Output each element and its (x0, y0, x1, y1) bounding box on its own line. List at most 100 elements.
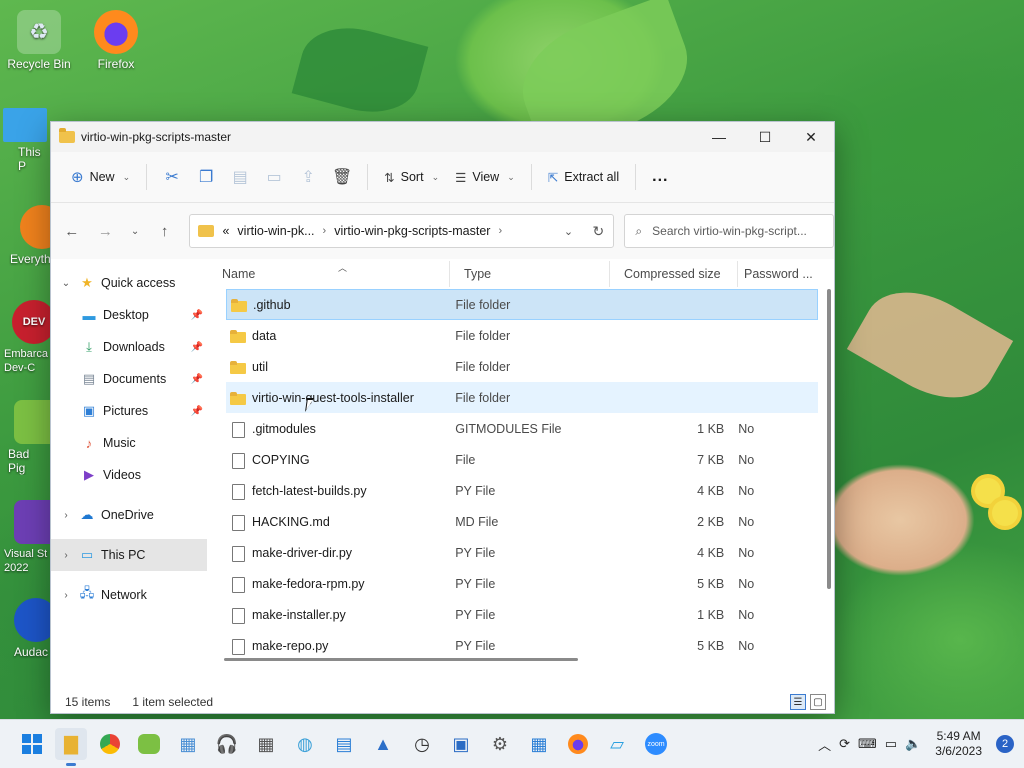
taskbar-globe-app[interactable]: ◍ (289, 728, 321, 760)
taskbar-bad-piggies[interactable] (133, 728, 165, 760)
file-row[interactable]: virtio-win-guest-tools-installer File fol… (226, 382, 818, 413)
pin-icon[interactable]: 📌 (191, 342, 203, 353)
file-row[interactable]: make-driver-dir.py PY File 4 KB No (226, 537, 818, 568)
nav-network[interactable]: › 🖧 Network (51, 579, 207, 611)
details-view-button[interactable]: ☰ (790, 694, 806, 710)
taskbar-photos-viewer[interactable]: ▲ (367, 728, 399, 760)
breadcrumb-segment[interactable]: virtio-win-pkg-scripts-master (334, 224, 490, 238)
taskbar-clock-app[interactable]: ◷ (406, 728, 438, 760)
chevron-right-icon[interactable]: › (59, 590, 73, 601)
sort-button[interactable]: ⇅ Sort ⌄ (376, 164, 447, 191)
file-row[interactable]: make-installer.py PY File 1 KB No (226, 599, 818, 630)
chevron-right-icon[interactable]: › (59, 550, 73, 561)
taskbar-app-blue[interactable]: ▱ (601, 728, 633, 760)
taskbar-file-explorer[interactable]: ▇ (55, 728, 87, 766)
refresh-button[interactable]: ↻ (583, 223, 613, 240)
back-button[interactable]: ← (55, 216, 89, 246)
column-header-type[interactable]: Type (450, 261, 610, 287)
file-row[interactable]: COPYING File 7 KB No (226, 444, 818, 475)
column-header-compressed-size[interactable]: Compressed size (610, 261, 738, 287)
more-options-button[interactable]: ... (644, 162, 676, 192)
desktop-icon-firefox[interactable]: Firefox (80, 10, 152, 71)
desktop-icon-visual-studio[interactable]: Visual St 2022 (0, 500, 50, 575)
vertical-scrollbar[interactable] (827, 289, 831, 589)
large-icons-view-button[interactable]: ▢ (810, 694, 826, 710)
title-bar[interactable]: virtio-win-pkg-scripts-master — ☐ ✕ (51, 122, 834, 152)
file-row[interactable]: HACKING.md MD File 2 KB No (226, 506, 818, 537)
nav-onedrive[interactable]: › ☁ OneDrive (51, 499, 207, 531)
nav-item-documents[interactable]: ▤ Documents 📌 (51, 363, 207, 395)
chevron-up-icon[interactable]: ︿ (818, 735, 831, 754)
clock[interactable]: 5:49 AM 3/6/2023 (935, 729, 982, 759)
nav-item-music[interactable]: ♪ Music (51, 427, 207, 459)
file-row[interactable]: make-repo.py PY File 5 KB No (226, 630, 818, 661)
taskbar-store[interactable]: ▣ (445, 728, 477, 760)
desktop-icon-audacity[interactable]: Audac (0, 598, 50, 659)
extract-all-button[interactable]: ⇱ Extract all (540, 164, 627, 191)
taskbar-audio-app[interactable]: 🎧 (211, 728, 243, 760)
keyboard-icon[interactable]: ⌨ (858, 736, 877, 752)
column-header-password[interactable]: Password ... (738, 261, 818, 287)
desktop-icon-recycle-bin[interactable]: ♻ Recycle Bin (3, 10, 75, 71)
file-row[interactable]: .gitmodules GITMODULES File 1 KB No (226, 413, 818, 444)
nav-item-videos[interactable]: ▶ Videos (51, 459, 207, 491)
file-row[interactable]: fetch-latest-builds.py PY File 4 KB No (226, 475, 818, 506)
desktop-icon-everything[interactable]: Everyth (0, 205, 50, 266)
desktop-icon-devcpp[interactable]: DEV Embarca Dev-C (0, 300, 50, 375)
breadcrumb-segment[interactable]: virtio-win-pk... (237, 224, 314, 238)
notification-badge[interactable]: 2 (996, 735, 1014, 753)
nav-item-downloads[interactable]: ⤓ Downloads 📌 (51, 331, 207, 363)
address-dropdown-button[interactable]: ⌄ (553, 225, 583, 238)
desktop-icon-this-pc[interactable]: This P (0, 108, 50, 173)
column-header-name[interactable]: Name (208, 261, 450, 287)
rename-button[interactable]: ▭ (257, 162, 291, 192)
network-icon[interactable]: ▭ (885, 736, 897, 752)
file-row[interactable]: util File folder (226, 351, 818, 382)
delete-button[interactable]: 🗑 (325, 162, 359, 192)
breadcrumb-overflow[interactable]: « (222, 224, 229, 238)
view-button[interactable]: ☰ View ⌄ (447, 164, 523, 191)
file-row[interactable]: make-fedora-rpm.py PY File 5 KB No (226, 568, 818, 599)
nav-item-pictures[interactable]: ▣ Pictures 📌 (51, 395, 207, 427)
pin-icon[interactable]: 📌 (191, 406, 203, 417)
horizontal-scrollbar[interactable] (224, 658, 578, 661)
recent-locations-button[interactable]: ⌄ (122, 216, 148, 246)
taskbar-calendar[interactable]: ▦ (523, 728, 555, 760)
taskbar-settings[interactable]: ⚙ (484, 728, 516, 760)
nav-item-desktop[interactable]: ▬ Desktop 📌 (51, 299, 207, 331)
forward-button[interactable]: → (89, 216, 123, 246)
chevron-right-icon[interactable]: › (323, 225, 327, 237)
chevron-right-icon[interactable]: › (498, 225, 502, 237)
taskbar-photos[interactable]: ▦ (172, 728, 204, 760)
nav-this-pc[interactable]: › ▭ This PC (51, 539, 207, 571)
speaker-icon[interactable]: 🔈 (905, 736, 921, 752)
file-row[interactable]: data File folder (226, 320, 818, 351)
sync-icon[interactable]: ⟳ (839, 736, 850, 752)
copy-button[interactable]: ❐ (189, 162, 223, 192)
taskbar-zoom[interactable]: zoom (640, 728, 672, 760)
nav-quick-access[interactable]: ⌄ ★ Quick access (51, 267, 207, 299)
taskbar-notepad[interactable]: ▤ (328, 728, 360, 760)
cut-button[interactable]: ✂ (155, 162, 189, 192)
up-button[interactable]: ↑ (148, 216, 182, 246)
taskbar-chrome[interactable] (94, 728, 126, 760)
pin-icon[interactable]: 📌 (191, 310, 203, 321)
desktop-icon-bad-piggies[interactable]: Bad Pig (0, 400, 50, 475)
maximize-button[interactable]: ☐ (742, 122, 788, 152)
file-row[interactable]: .github File folder (226, 289, 818, 320)
minimize-button[interactable]: — (696, 122, 742, 152)
taskbar-calculator[interactable]: ▦ (250, 728, 282, 760)
new-button[interactable]: ⊕ New ⌄ (63, 162, 138, 192)
close-button[interactable]: ✕ (788, 122, 834, 152)
search-box[interactable]: ⌕ Search virtio-win-pkg-script... (624, 214, 835, 248)
pin-icon[interactable]: 📌 (191, 374, 203, 385)
start-button[interactable] (16, 728, 48, 760)
chevron-down-icon[interactable]: ⌄ (59, 278, 73, 289)
taskbar-firefox[interactable] (562, 728, 594, 760)
paste-button[interactable]: ▤ (223, 162, 257, 192)
chevron-right-icon[interactable]: › (59, 510, 73, 521)
toolbar-divider (146, 164, 148, 190)
share-button[interactable]: ⇪ (291, 162, 325, 192)
file-name: util (252, 359, 268, 374)
address-bar[interactable]: « virtio-win-pk... › virtio-win-pkg-scri… (189, 214, 615, 248)
